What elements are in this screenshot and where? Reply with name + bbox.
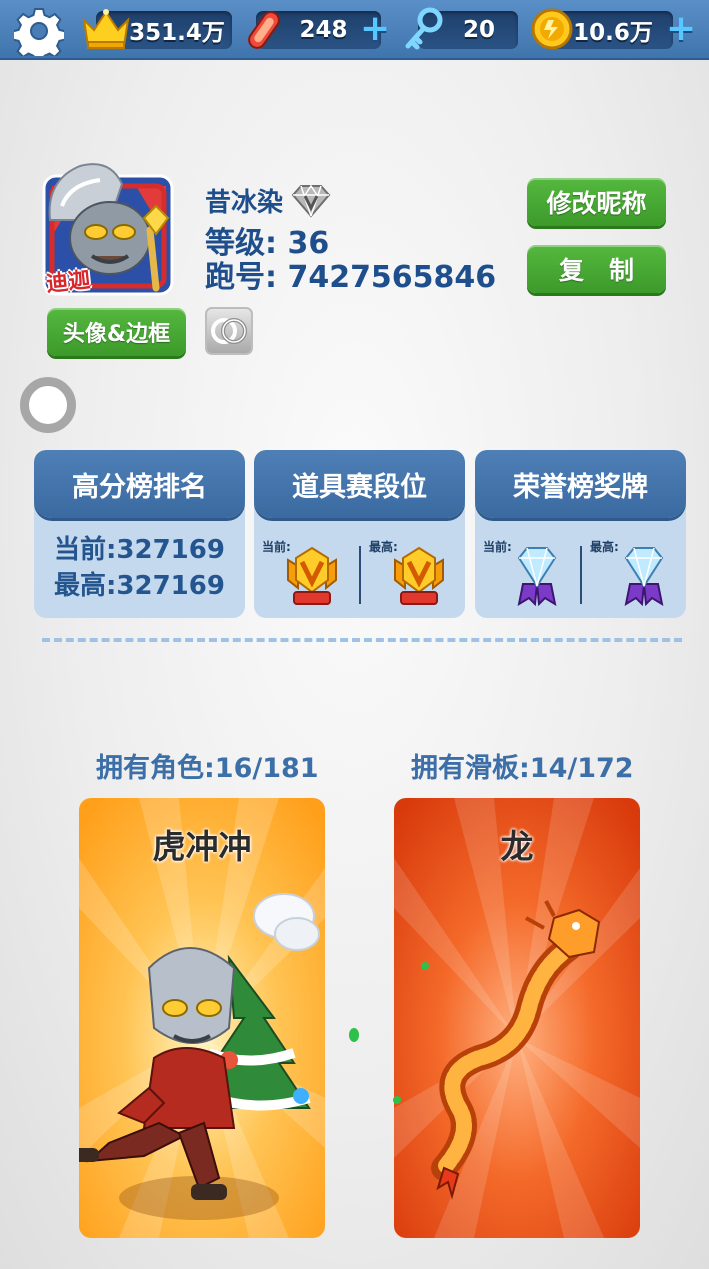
honor-medal-title: 荣誉榜奖牌 [475,450,686,518]
crown-value: 351.4万 [129,20,225,46]
owned-characters-count: 拥有角色:16/181 [96,753,319,784]
nickname-row: 昔冰染 [205,182,331,219]
section-divider [42,638,682,642]
gear-icon[interactable] [14,6,64,56]
diamond-medal-icon [624,547,664,606]
honor-medal-current-label: 当前: [483,540,512,554]
nickname: 昔冰染 [205,188,284,218]
leaderboard-current: 当前:327169 [54,535,225,565]
key-icon [405,7,443,50]
honor-medal-best: 最高: [582,538,686,608]
character-showcase[interactable]: 虎冲冲 [79,798,325,1238]
add-coins-button[interactable]: + [666,10,696,50]
rename-button[interactable]: 修改昵称 [527,178,666,226]
currency-bar: 351.4万 248 + 20 10.6万 + [0,0,709,60]
leaderboard-title: 高分榜排名 [34,450,245,518]
character-name: 虎冲冲 [152,827,252,866]
coin-value: 10.6万 [573,20,653,46]
item-tier-title: 道具赛段位 [254,450,465,518]
honor-medal-current: 当前: [475,538,580,608]
item-tier-card[interactable]: 道具赛段位 当前: 最高: [254,450,465,618]
avatar-caption: 迪迦 [45,267,92,298]
coin-icon [531,8,573,50]
sparkle-gem [349,1028,359,1042]
item-tier-current: 当前: [254,538,359,608]
add-boards-button[interactable]: + [360,10,390,50]
diamond-rank-icon [291,184,331,218]
sparkle-gem [421,962,429,970]
crown-icon [82,9,130,49]
toggle-circle-button[interactable] [20,377,76,433]
gold-tier-badge-icon [394,546,444,605]
owned-boards-count: 拥有滑板:14/172 [411,753,634,784]
key-value: 20 [462,17,495,43]
avatar-frame-button[interactable]: 头像&边框 [47,308,186,356]
skateboard-name: 龙 [500,827,534,866]
player-id: 跑号: 7427565846 [205,260,497,295]
item-tier-best: 最高: [361,538,465,608]
copy-id-button[interactable]: 复 制 [527,245,666,293]
sparkle-gem [393,1096,401,1104]
avatar[interactable]: 迪迦 [40,160,175,300]
gold-tier-badge-icon [287,546,337,605]
skateboard-showcase[interactable]: 龙 [394,798,640,1238]
leaderboard-best: 最高:327169 [54,571,225,601]
skateboard-icon [248,11,280,49]
honor-medal-card[interactable]: 荣誉榜奖牌 当前: 最高: [475,450,686,618]
honor-medal-best-label: 最高: [590,540,619,554]
diamond-medal-icon [517,547,557,606]
friends-icon[interactable] [205,307,253,355]
leaderboard-card[interactable]: 高分榜排名 当前:327169 最高:327169 [34,450,245,618]
board-value: 248 [299,17,348,43]
